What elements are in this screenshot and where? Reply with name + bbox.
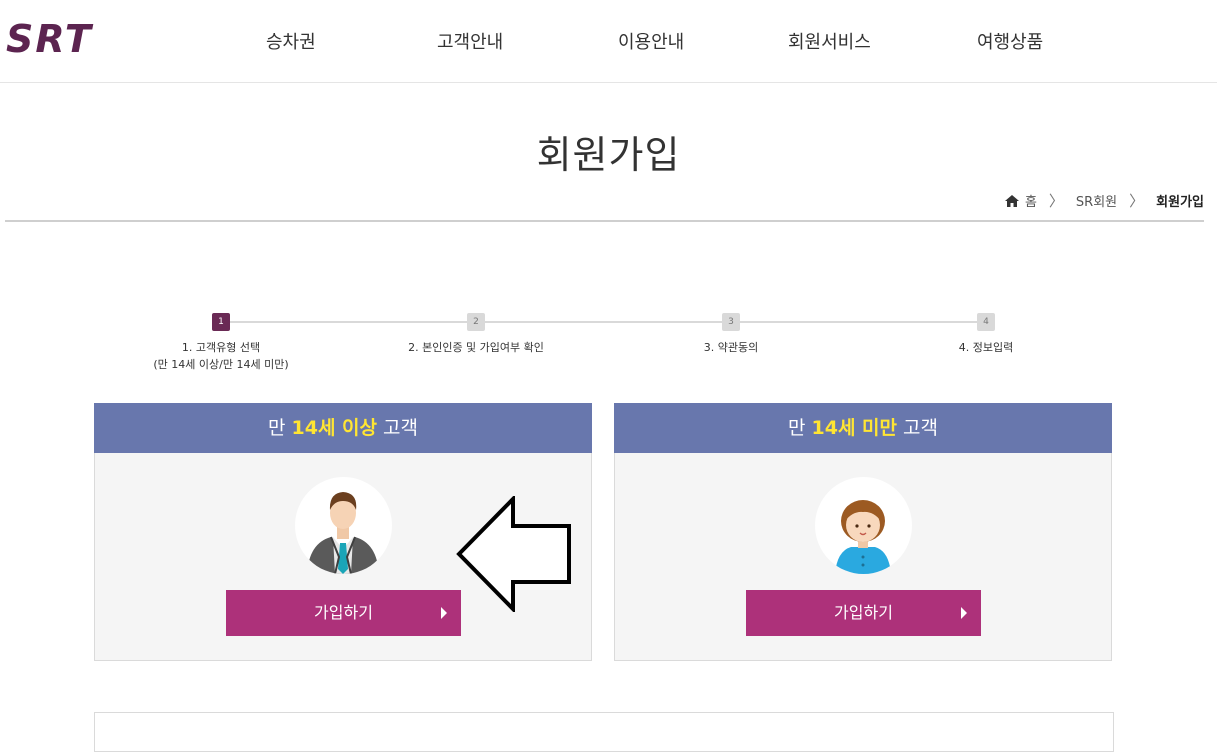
step-1-subtitle: (만 14세 이상/만 14세 미만)	[153, 358, 289, 371]
main-nav: 승차권 고객안내 이용안내 회원서비스 여행상품	[0, 28, 1217, 58]
step-3-indicator: 3	[722, 313, 740, 331]
adult-join-button[interactable]: 가입하기	[226, 590, 461, 636]
chevron-right-icon: 〉	[1048, 192, 1064, 210]
step-3-label: 3. 약관동의	[703, 341, 759, 354]
step-4-indicator: 4	[977, 313, 995, 331]
adult-header-prefix: 만	[267, 417, 292, 439]
progress-line	[222, 321, 986, 323]
child-customer-panel: 만 14세 미만 고객 가입하기	[614, 403, 1112, 661]
nav-member-service[interactable]: 회원서비스	[788, 28, 871, 54]
page-title: 회원가입	[536, 133, 681, 177]
child-join-label: 가입하기	[834, 603, 893, 622]
child-join-button[interactable]: 가입하기	[746, 590, 981, 636]
nav-usage-guide[interactable]: 이용안내	[618, 28, 684, 54]
adult-panel-header: 만 14세 이상 고객	[94, 403, 592, 453]
child-header-highlight: 14세 미만	[811, 417, 898, 439]
nav-customer-guide[interactable]: 고객안내	[437, 28, 503, 54]
child-header-prefix: 만	[787, 417, 812, 439]
adult-man-icon	[295, 477, 392, 574]
adult-header-highlight: 14세 이상	[291, 417, 378, 439]
step-4-label: 4. 정보입력	[958, 341, 1014, 354]
adult-join-label: 가입하기	[314, 603, 373, 622]
home-icon[interactable]	[1004, 194, 1019, 207]
breadcrumb: 홈 〉 SR회원 〉 회원가입	[1004, 190, 1204, 211]
breadcrumb-member[interactable]: SR회원	[1076, 191, 1117, 210]
site-header: SRT 승차권 고객안내 이용안내 회원서비스 여행상품	[0, 0, 1217, 83]
child-header-suffix: 고객	[897, 417, 939, 439]
step-1-label: 1. 고객유형 선택 (만 14세 이상/만 14세 미만)	[153, 339, 288, 373]
nav-travel-products[interactable]: 여행상품	[977, 28, 1043, 54]
step-2-label: 2. 본인인증 및 가입여부 확인	[408, 341, 544, 354]
chevron-right-icon: 〉	[1129, 192, 1145, 210]
info-box	[94, 712, 1114, 752]
nav-ticket[interactable]: 승차권	[266, 28, 316, 54]
title-divider	[5, 220, 1204, 222]
arrow-left-icon	[456, 496, 571, 612]
play-arrow-icon	[441, 607, 447, 619]
play-arrow-icon	[961, 607, 967, 619]
step-2-indicator: 2	[467, 313, 485, 331]
child-panel-header: 만 14세 미만 고객	[614, 403, 1112, 453]
breadcrumb-home[interactable]: 홈	[1025, 191, 1037, 210]
step-1-indicator: 1	[212, 313, 230, 331]
child-icon	[815, 477, 912, 574]
breadcrumb-current: 회원가입	[1156, 195, 1204, 210]
step-1-title: 1. 고객유형 선택	[181, 341, 261, 354]
adult-header-suffix: 고객	[377, 417, 419, 439]
